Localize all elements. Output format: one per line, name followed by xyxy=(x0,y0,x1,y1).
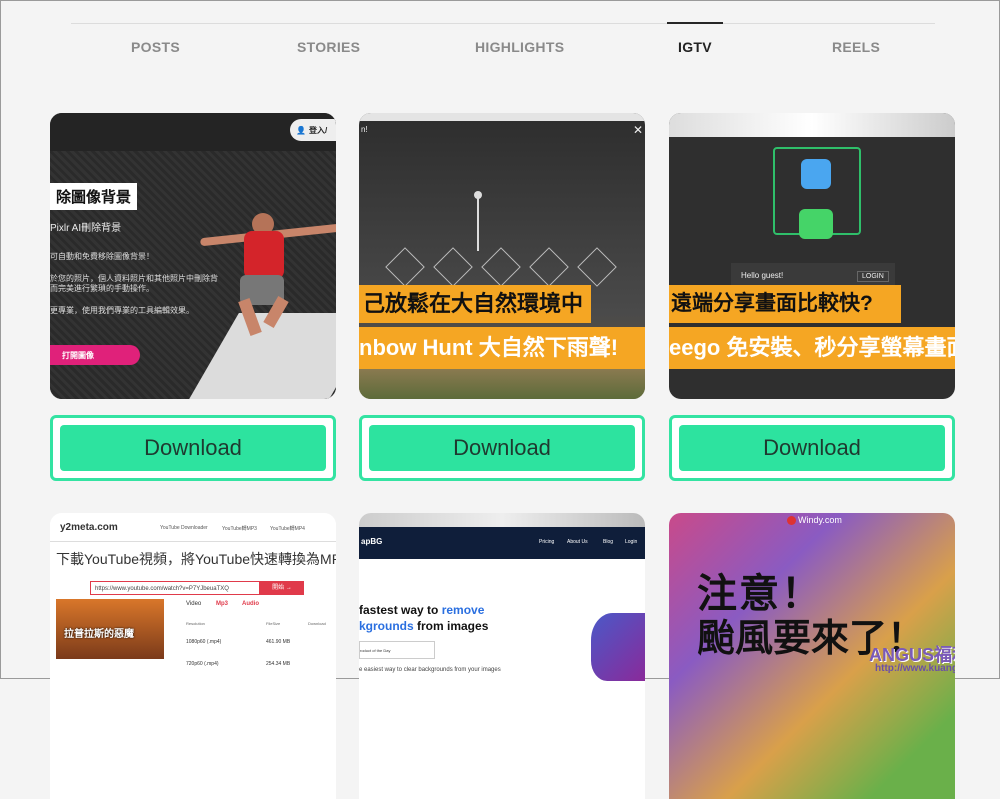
caption-band-2: eego 免安裝、秒分享螢幕畫面 xyxy=(669,327,955,369)
download-frame: Download xyxy=(359,415,645,481)
download-frame: Download xyxy=(669,415,955,481)
url-input: https://www.youtube.com/watch?v=P7YJbeua… xyxy=(90,581,260,595)
hero-text: from images xyxy=(413,619,489,633)
cloud-icon xyxy=(385,247,425,287)
video-thumbnail[interactable]: n! ✕ 己放鬆在大自然環境中 nbow Hunt 大自然下雨聲! xyxy=(359,113,645,399)
hero-text: fastest way to xyxy=(359,603,442,617)
hero-highlight: remove xyxy=(441,603,485,617)
thunder-icon xyxy=(577,247,617,287)
video-thumbnail[interactable]: y2meta.com YouTube Downloader YouTube轉MP… xyxy=(50,513,336,799)
site-name: Windy.com xyxy=(798,515,842,525)
tab-stories[interactable]: STORIES xyxy=(297,39,360,55)
table-row: 1080p60 (.mp4) 461.90 MB xyxy=(186,639,336,649)
filesize: 461.90 MB xyxy=(266,639,291,645)
site-logo: apBG xyxy=(361,537,383,546)
wind-icon xyxy=(529,247,569,287)
resolution: 720p60 (.mp4) xyxy=(186,661,219,667)
subheading: Pixlr AI刪除背景 xyxy=(50,223,122,234)
body-line: 可自動和免費移除圖像背景！ xyxy=(50,252,154,261)
storm-icon xyxy=(481,247,521,287)
body-line: 而完美進行繁瑣的手動操作。 xyxy=(50,284,154,293)
close-icon: ✕ xyxy=(632,123,643,137)
col-header: Resolution xyxy=(186,621,205,626)
corner-text: n! xyxy=(361,125,368,134)
format-tab: Mp3 xyxy=(216,601,228,607)
tab-highlights[interactable]: HIGHLIGHTS xyxy=(475,39,564,55)
hero-subtitle: e easiest way to clear backgrounds from … xyxy=(359,667,501,673)
greeting: Hello guest! xyxy=(741,271,784,280)
login-pill: 👤 登入/ xyxy=(290,119,336,141)
caption-band-2: nbow Hunt 大自然下雨聲! xyxy=(359,327,645,369)
user-icon: 👤 xyxy=(296,125,306,135)
login-label: LOGIN xyxy=(857,271,889,282)
site-label: Windy.com xyxy=(787,515,842,526)
nav-link: YouTube Downloader xyxy=(160,525,208,531)
nav-link: Pricing xyxy=(539,539,555,545)
hero-line-2: kgrounds from images xyxy=(359,619,488,633)
site-logo: y2meta.com xyxy=(60,522,118,533)
caption-band-1: 遠端分享畫面比較快? xyxy=(669,285,901,323)
angus-watermark-url: http://www.kuangus.cc xyxy=(875,663,955,674)
format-tab: Video xyxy=(186,601,202,607)
download-button[interactable]: Download xyxy=(60,425,326,471)
nav-link: YouTube轉MP4 xyxy=(270,526,305,532)
col-header: FileSize xyxy=(266,621,281,626)
product-badge: roduct of the Day xyxy=(359,641,435,659)
start-button: 開始 → xyxy=(260,581,304,595)
caption-band-1: 己放鬆在大自然環境中 xyxy=(359,285,591,323)
download-frame: Download xyxy=(50,415,336,481)
jumping-person xyxy=(199,213,336,343)
video-thumbnail[interactable]: 👤 登入/ 除圖像背景 Pixlr AI刪除背景 可自動和免費移除圖像背景！ 於您… xyxy=(50,113,336,399)
nav-link: Blog xyxy=(603,539,614,545)
hero-highlight: kgrounds xyxy=(359,619,414,633)
app-icon-green xyxy=(799,209,833,239)
login-label: 登入/ xyxy=(308,125,328,135)
cover-caption: 拉普拉斯的惡魔 xyxy=(64,629,134,640)
video-thumbnail[interactable]: apBG Pricing About Us Blog Login fastest… xyxy=(359,513,645,799)
video-thumbnail[interactable]: Hello guest! LOGIN 遠端分享畫面比較快? eego 免安裝、秒… xyxy=(669,113,955,399)
heading: 除圖像背景 xyxy=(50,183,138,210)
windy-logo-icon xyxy=(787,516,796,526)
col-header: Download xyxy=(308,621,326,626)
app-icon-blue xyxy=(801,159,831,189)
tab-reels[interactable]: REELS xyxy=(832,39,880,55)
hero-line-1: fastest way to remove xyxy=(359,603,484,617)
open-image-button: 打開圖像 xyxy=(50,345,140,365)
page-heading: 下載YouTube視頻，將YouTube快速轉換為MP3 xyxy=(56,551,336,567)
tab-igtv[interactable]: IGTV xyxy=(678,39,712,55)
nav-link: About Us xyxy=(567,539,588,545)
active-tab-indicator xyxy=(667,22,723,24)
profile-tabs: POSTS STORIES HIGHLIGHTS IGTV REELS xyxy=(71,22,935,72)
nav-link: YouTube轉MP3 xyxy=(222,526,257,532)
video-thumbnail[interactable]: Windy.com 注意！ 颱風要來了！ ANGUS福利社 http://www… xyxy=(669,513,955,799)
download-button[interactable]: Download xyxy=(369,425,635,471)
filesize: 254.34 MB xyxy=(266,661,291,667)
resolution: 1080p60 (.mp4) xyxy=(186,639,222,645)
weather-icons xyxy=(385,247,617,287)
rain-icon xyxy=(433,247,473,287)
download-button[interactable]: Download xyxy=(679,425,945,471)
table-row: 720p60 (.mp4) 254.34 MB xyxy=(186,661,336,671)
nav-link: Login xyxy=(625,539,638,545)
body-line: 更專業，使用我們專業的工具編輯效果。 xyxy=(50,306,194,315)
format-tab: Audio xyxy=(242,601,259,607)
tab-posts[interactable]: POSTS xyxy=(131,39,180,55)
shoe-image xyxy=(591,613,645,681)
